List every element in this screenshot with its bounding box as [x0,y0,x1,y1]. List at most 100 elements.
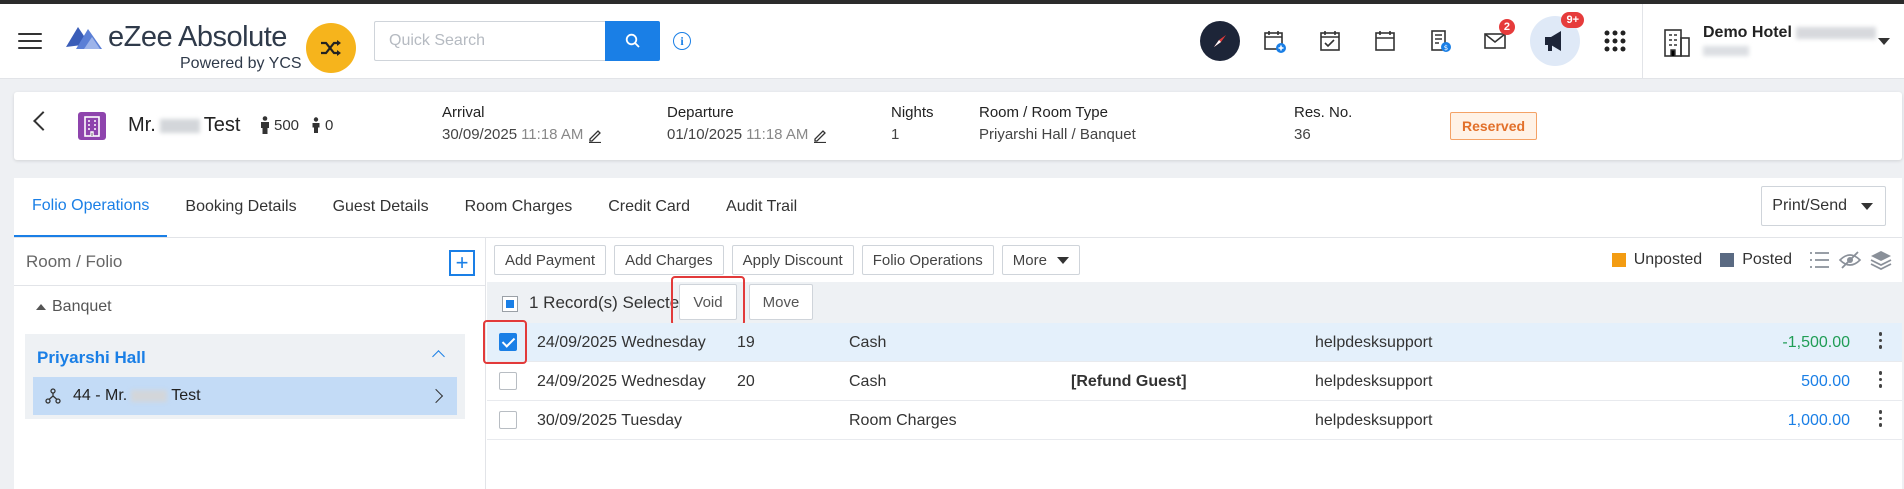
calendar-add-icon[interactable] [1255,21,1295,61]
menu-icon[interactable] [18,33,42,49]
tab-credit-card[interactable]: Credit Card [590,177,708,237]
select-all-checkbox[interactable] [502,296,518,312]
status-badge: Reserved [1450,112,1538,140]
folio-item[interactable]: 44 - Mr. Test [33,377,457,415]
room-folio-card: Priyarshi Hall 44 - Mr. Test [25,334,465,419]
collapse-triangle-icon [36,304,46,310]
announcement-badge: 9+ [1561,12,1584,28]
nights-value: 1 [891,126,900,143]
row-more-icon[interactable] [1878,410,1882,427]
room-field: Room / Room Type Priyarshi Hall / Banque… [979,104,1136,143]
billing-icon[interactable]: $ [1420,21,1460,61]
search-button[interactable] [605,21,660,61]
calendar-icon[interactable] [1365,21,1405,61]
row-ref: 19 [737,334,755,351]
child-count: 0 [325,116,334,134]
move-button[interactable]: Move [749,284,813,320]
edit-departure-icon[interactable] [812,127,828,143]
posted-swatch [1720,253,1735,267]
app-logo[interactable]: eZee Absolute Powered by YCS [62,13,362,73]
selection-count: 1 Record(s) Selected [529,293,689,312]
print-send-button[interactable]: Print/Send [1761,186,1886,226]
folio-operations-button[interactable]: Folio Operations [861,245,994,275]
add-charges-button[interactable]: Add Charges [614,245,724,275]
departure-date: 01/10/2025 [667,126,743,143]
compass-icon[interactable] [1200,21,1240,61]
back-arrow-icon[interactable] [33,111,53,131]
quick-search: i [374,21,691,61]
shuffle-icon[interactable] [306,23,356,73]
row-date: 30/09/2025 Tuesday [537,412,683,429]
apps-grid-icon[interactable] [1595,21,1635,61]
more-dropdown[interactable]: More [1001,245,1080,275]
hide-eye-icon[interactable] [1838,250,1862,270]
table-row[interactable]: 30/09/2025 Tuesday Room Charges helpdesk… [487,401,1902,440]
room-folio-header: Room / Folio + [14,238,485,286]
mail-icon[interactable]: 2 [1475,19,1515,61]
row-more-icon[interactable] [1878,371,1882,388]
adult-icon [261,116,269,134]
row-type: Cash [849,334,887,351]
chevron-right-icon [428,388,444,404]
row-checkbox[interactable] [499,372,517,390]
reservation-building-icon [78,112,106,140]
room-folio-panel: Room / Folio + Banquet Priyarshi Hall 44… [14,238,486,489]
departure-label: Departure [667,104,734,121]
chevron-up-icon[interactable] [432,350,445,363]
posted-label: Posted [1742,251,1792,268]
hotel-selector[interactable]: Demo Hotel [1642,4,1904,79]
room-label: Room / Room Type [979,104,1108,121]
table-row[interactable]: 24/09/2025 Wednesday 20 Cash [Refund Gue… [487,362,1902,401]
chevron-down-icon [1056,256,1069,264]
announcement-button[interactable]: 9+ [1530,12,1584,66]
top-icon-bar: $ 2 9+ [1200,12,1650,66]
folio-main-panel: Folio Operations Booking Details Guest D… [14,178,1902,489]
unposted-swatch [1611,253,1626,267]
row-ref: 20 [737,373,755,390]
departure-field: Departure 01/10/2025 11:18 AM [667,104,828,143]
tab-room-charges[interactable]: Room Charges [447,177,591,237]
row-user: helpdesksupport [1315,334,1433,351]
unposted-label: Unposted [1633,251,1703,268]
row-date: 24/09/2025 Wednesday [537,373,706,390]
print-send-label: Print/Send [1772,197,1847,214]
guest-name: Mr. Test [128,114,241,136]
search-input[interactable] [374,21,605,61]
hotel-name: Demo Hotel [1703,24,1876,42]
tab-bar: Folio Operations Booking Details Guest D… [14,178,1902,238]
row-checkbox[interactable] [499,411,517,429]
adult-count: 500 [274,116,300,134]
tab-folio-operations[interactable]: Folio Operations [14,177,168,237]
edit-arrival-icon[interactable] [587,127,603,143]
tab-booking-details[interactable]: Booking Details [167,177,314,237]
resno-label: Res. No. [1294,104,1353,121]
add-payment-button[interactable]: Add Payment [494,245,607,275]
row-amount: 500.00 [1801,373,1850,390]
tab-guest-details[interactable]: Guest Details [315,177,447,237]
search-icon [625,33,640,48]
apply-discount-button[interactable]: Apply Discount [731,245,854,275]
room-folio-title: Room / Folio [26,251,123,271]
resno-field: Res. No. 36 [1294,104,1352,143]
logo-name: eZee Absolute [108,21,287,53]
resno-value: 36 [1294,126,1311,143]
add-folio-button[interactable]: + [449,250,475,276]
list-view-icon[interactable] [1808,250,1830,270]
room-name[interactable]: Priyarshi Hall [37,348,146,368]
info-icon[interactable]: i [673,32,691,50]
nights-label: Nights [891,104,934,121]
hotel-subtitle-redacted [1703,46,1749,56]
table-row[interactable]: 24/09/2025 Wednesday 19 Cash helpdesksup… [483,320,1902,364]
void-button[interactable]: Void [679,284,737,320]
folio-tree-icon [45,388,61,404]
calendar-check-icon[interactable] [1310,21,1350,61]
arrival-label: Arrival [442,104,485,121]
room-group-banquet[interactable]: Banquet [14,286,485,328]
mail-badge: 2 [1498,19,1515,35]
ezee-logo-icon [66,27,102,49]
row-more-icon[interactable] [1878,332,1882,349]
chevron-down-icon [1861,202,1873,210]
tab-audit-trail[interactable]: Audit Trail [708,177,815,237]
layers-icon[interactable] [1870,250,1892,270]
guest-counts: 500 0 [260,116,333,134]
